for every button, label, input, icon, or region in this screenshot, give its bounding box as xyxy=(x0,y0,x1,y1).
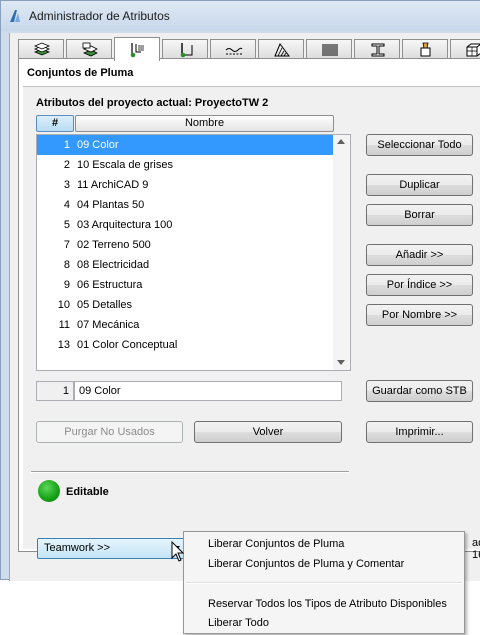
revert-button[interactable]: Volver xyxy=(194,421,342,443)
row-name: 02 Terreno 500 xyxy=(77,239,151,251)
table-row[interactable]: 9 06 Estructura xyxy=(37,275,334,295)
row-number: 10 xyxy=(57,299,70,311)
row-number: 13 xyxy=(57,339,70,351)
table-row[interactable]: 13 01 Color Conceptual xyxy=(37,335,334,355)
row-name: 04 Plantas 50 xyxy=(77,199,145,211)
save-as-stb-button[interactable]: Guardar como STB xyxy=(366,380,473,402)
tab-building-materials[interactable] xyxy=(450,39,480,59)
table-row[interactable]: 1 09 Color xyxy=(37,135,334,155)
editable-status-icon xyxy=(38,480,60,502)
menu-item-release-pen-sets[interactable]: Liberar Conjuntos de Pluma xyxy=(208,534,344,554)
list-scrollbar[interactable] xyxy=(333,135,350,370)
truncated-side-text-2: 16_ xyxy=(472,549,480,561)
select-all-button[interactable]: Seleccionar Todo xyxy=(366,134,473,156)
title-bar[interactable]: Administrador de Atributos xyxy=(1,1,480,31)
archicad-app-icon xyxy=(10,10,20,22)
table-row[interactable]: 3 11 ArchiCAD 9 xyxy=(37,175,334,195)
table-row[interactable]: 10 05 Detalles xyxy=(37,295,334,315)
layers-icon xyxy=(33,42,51,56)
editable-status-label: Editable xyxy=(66,486,109,498)
tab-composites[interactable] xyxy=(306,39,352,59)
pen-sets-icon xyxy=(130,43,144,58)
duplicate-button[interactable]: Duplicar xyxy=(366,174,473,196)
line-types-icon xyxy=(225,47,243,55)
menu-item-reserve-all-attribute-types[interactable]: Reservar Todos los Tipos de Atributo Dis… xyxy=(208,594,447,614)
menu-item-release-pen-sets-and-comment[interactable]: Liberar Conjuntos de Pluma y Comentar xyxy=(208,554,404,574)
fill-types-icon xyxy=(274,43,290,57)
row-name: 10 Escala de grises xyxy=(77,159,173,171)
row-number: 3 xyxy=(63,179,70,191)
row-number: 4 xyxy=(63,199,70,211)
delete-button[interactable]: Borrar xyxy=(366,204,473,226)
window-title: Administrador de Atributos xyxy=(29,9,170,23)
tab-surfaces[interactable] xyxy=(402,39,448,59)
column-header-name[interactable]: Nombre xyxy=(75,115,334,132)
composites-icon xyxy=(322,44,338,56)
menu-separator xyxy=(186,582,462,584)
row-number: 1 xyxy=(63,139,70,151)
building-materials-icon xyxy=(466,43,480,57)
truncated-side-text: ado xyxy=(472,537,480,549)
table-row[interactable]: 2 10 Escala de grises xyxy=(37,155,334,175)
dialog-client-area: Conjuntos de Pluma Atributos del proyect… xyxy=(9,33,480,581)
layer-combinations-icon xyxy=(82,42,98,57)
scroll-down-arrow-icon[interactable] xyxy=(337,360,345,365)
teamwork-button-label: Teamwork >> xyxy=(44,542,111,554)
purge-unused-button[interactable]: Purgar No Usados xyxy=(36,421,183,443)
row-number: 11 xyxy=(58,319,70,331)
row-name: 03 Arquitectura 100 xyxy=(77,219,173,231)
divider xyxy=(31,471,349,473)
row-name: 11 ArchiCAD 9 xyxy=(77,179,149,191)
tab-fill-types[interactable] xyxy=(258,39,304,59)
menu-item-release-all[interactable]: Liberar Todo xyxy=(208,613,269,633)
row-name: 05 Detalles xyxy=(77,299,133,311)
tab-pen-sets[interactable] xyxy=(114,37,160,61)
pen-set-list[interactable]: 1 09 Color 2 10 Escala de grises 3 11 ArchiCA… xyxy=(36,134,351,371)
profiles-icon xyxy=(371,43,385,57)
table-row[interactable]: 8 08 Electricidad xyxy=(37,255,334,275)
scroll-up-arrow-icon[interactable] xyxy=(337,139,345,144)
row-number: 8 xyxy=(63,259,70,271)
by-name-button[interactable]: Por Nombre >> xyxy=(366,304,473,326)
row-number: 2 xyxy=(63,159,70,171)
row-name: 08 Electricidad xyxy=(77,259,150,271)
row-number: 9 xyxy=(63,279,70,291)
table-row[interactable]: 7 02 Terreno 500 xyxy=(37,235,334,255)
row-number: 7 xyxy=(63,239,70,251)
surfaces-icon xyxy=(420,42,431,57)
tab-pens-colors[interactable] xyxy=(162,39,208,59)
current-name-field[interactable]: 09 Color xyxy=(74,381,342,401)
row-name: 01 Color Conceptual xyxy=(77,339,178,351)
row-number: 5 xyxy=(63,219,70,231)
section-title: Conjuntos de Pluma xyxy=(27,67,134,79)
print-button[interactable]: Imprimir... xyxy=(366,421,473,443)
tab-profiles[interactable] xyxy=(354,39,400,59)
table-row[interactable]: 4 04 Plantas 50 xyxy=(37,195,334,215)
tab-line-types[interactable] xyxy=(210,39,256,59)
row-name: 06 Estructura xyxy=(77,279,143,291)
attribute-manager-window: Administrador de Atributos Conjuntos de … xyxy=(0,0,480,581)
project-attributes-label: Atributos del proyecto actual: ProyectoT… xyxy=(36,97,269,109)
tab-layers[interactable] xyxy=(18,39,64,59)
table-row[interactable]: 11 07 Mecánica xyxy=(37,315,334,335)
current-index-field: 1 xyxy=(36,381,74,401)
table-row[interactable]: 5 03 Arquitectura 100 xyxy=(37,215,334,235)
column-header-number[interactable]: # xyxy=(36,115,74,132)
row-name: 07 Mecánica xyxy=(77,319,140,331)
teamwork-button[interactable]: Teamwork >> xyxy=(37,538,185,559)
mouse-pointer-icon xyxy=(171,541,185,562)
tab-layer-combinations[interactable] xyxy=(66,39,112,59)
row-name: 09 Color xyxy=(77,139,119,151)
add-button[interactable]: Añadir >> xyxy=(366,244,473,266)
by-index-button[interactable]: Por Índice >> xyxy=(366,274,473,296)
pens-colors-icon xyxy=(180,43,193,58)
teamwork-context-menu: Liberar Conjuntos de Pluma Liberar Conju… xyxy=(183,531,465,634)
